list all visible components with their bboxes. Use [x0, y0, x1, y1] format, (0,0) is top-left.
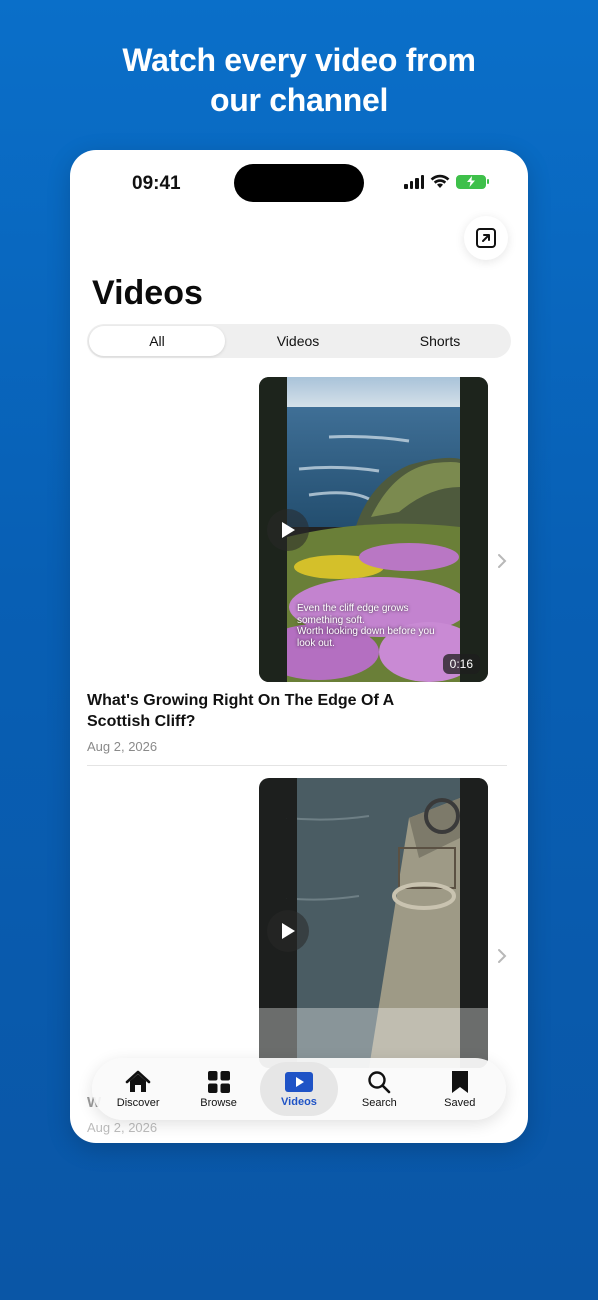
tab-videos[interactable]: Videos — [259, 1062, 338, 1116]
dynamic-island — [234, 164, 364, 202]
tab-label: Browse — [200, 1096, 237, 1109]
caption-line: something soft. — [297, 614, 365, 626]
video-thumbnail[interactable] — [259, 778, 488, 1068]
bookmark-icon — [451, 1070, 468, 1093]
video-date: Aug 2, 2026 — [87, 1120, 158, 1135]
tab-discover[interactable]: Discover — [99, 1062, 177, 1116]
tab-bar: Discover Browse Videos Search Saved — [92, 1058, 506, 1120]
chevron-right-icon[interactable] — [497, 948, 507, 969]
segment-all[interactable]: All — [89, 326, 225, 356]
wifi-icon — [430, 174, 450, 188]
play-button[interactable] — [267, 509, 309, 551]
battery-charging-icon — [456, 174, 489, 189]
video-caption: Even the cliff edge grows something soft… — [297, 603, 467, 649]
tab-label: Videos — [281, 1095, 317, 1108]
video-title[interactable]: What's Growing Right On The Edge Of A Sc… — [87, 690, 417, 732]
tab-browse[interactable]: Browse — [180, 1062, 258, 1116]
tab-label: Search — [361, 1096, 397, 1109]
chevron-right-icon[interactable] — [497, 553, 507, 574]
tab-label: Saved — [444, 1096, 476, 1109]
promo-headline: Watch every video from our channel — [0, 40, 598, 120]
play-rectangle-icon — [284, 1071, 313, 1092]
video-title-line: Scottish Cliff? — [87, 713, 196, 730]
segment-shorts[interactable]: Shorts — [371, 326, 509, 356]
play-button[interactable] — [267, 910, 309, 952]
caption-line: Even the cliff edge grows — [297, 603, 409, 614]
video-card[interactable]: Even the cliff edge grows something soft… — [87, 377, 507, 767]
status-icons — [404, 174, 489, 189]
status-time: 09:41 — [132, 173, 181, 194]
search-icon — [368, 1070, 391, 1093]
grid-icon — [207, 1070, 230, 1093]
caption-line: Worth looking down before you — [297, 626, 435, 637]
play-icon — [282, 522, 295, 538]
open-external-button[interactable] — [464, 216, 508, 260]
segment-videos[interactable]: Videos — [225, 326, 371, 356]
tab-search[interactable]: Search — [340, 1062, 418, 1116]
headline-line-2: our channel — [209, 82, 389, 118]
video-thumbnail[interactable]: Even the cliff edge grows something soft… — [259, 377, 488, 682]
divider — [87, 765, 507, 766]
video-date: Aug 2, 2026 — [87, 739, 158, 754]
tab-saved[interactable]: Saved — [421, 1062, 499, 1116]
phone-screen: 09:41 Videos All Videos Shorts Even the … — [70, 150, 528, 1143]
page-title: Videos — [92, 274, 203, 312]
play-icon — [282, 923, 295, 939]
duration-badge: 0:16 — [442, 654, 480, 674]
tab-label: Discover — [116, 1096, 160, 1109]
segmented-control: All Videos Shorts — [87, 324, 511, 358]
caption-line: look out. — [297, 637, 335, 649]
house-icon — [125, 1070, 151, 1092]
video-title-line: What's Growing Right On The Edge Of A — [87, 692, 395, 709]
cellular-signal-icon — [404, 174, 424, 189]
headline-line-1: Watch every video from — [122, 42, 476, 78]
arrow-up-right-square-icon — [476, 228, 496, 248]
